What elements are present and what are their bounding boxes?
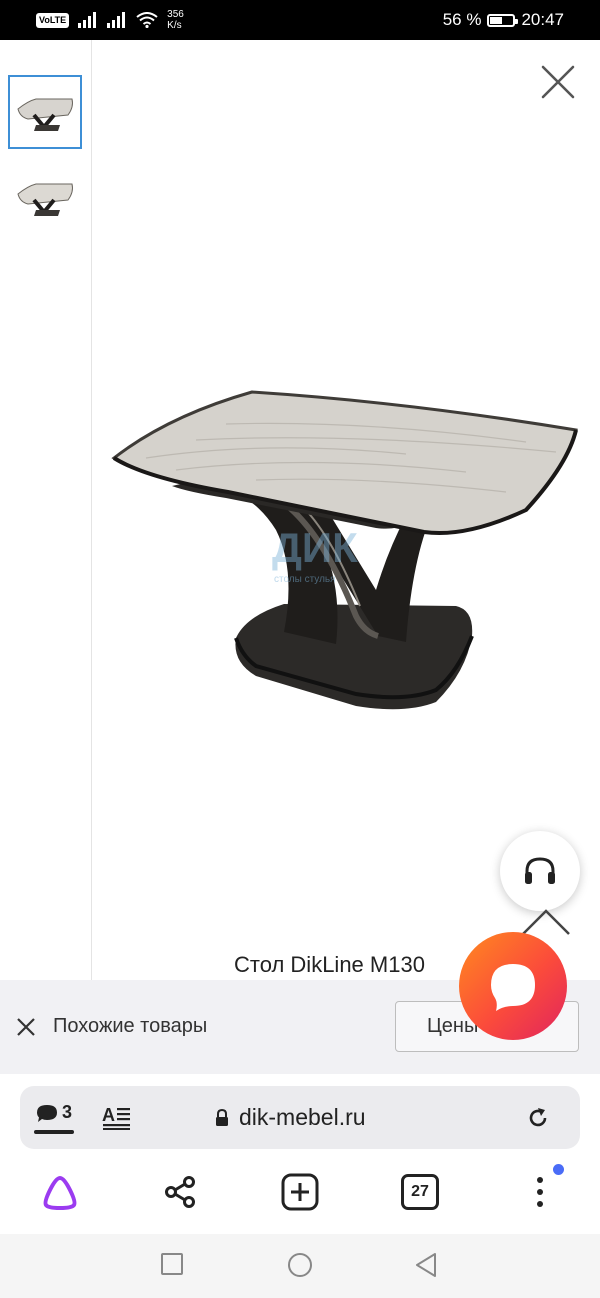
share-button[interactable] bbox=[160, 1170, 200, 1214]
more-vertical-icon bbox=[537, 1177, 543, 1207]
status-left: VoLTE 356 K/s bbox=[36, 9, 184, 31]
close-icon[interactable] bbox=[538, 62, 578, 102]
browser-bottom-nav: 27 bbox=[0, 1164, 600, 1226]
alice-button[interactable] bbox=[38, 1170, 82, 1214]
network-speed-value: 356 bbox=[167, 9, 184, 20]
chevron-up-icon[interactable] bbox=[521, 908, 571, 936]
table-thumbnail-icon bbox=[17, 183, 73, 216]
home-icon[interactable] bbox=[287, 1252, 313, 1278]
reader-mode-icon[interactable]: A bbox=[102, 1104, 132, 1130]
comments-button[interactable]: 3 bbox=[33, 1102, 74, 1137]
notification-dot bbox=[553, 1164, 564, 1175]
signal-icon bbox=[78, 12, 97, 28]
thumbnail-1[interactable] bbox=[8, 75, 82, 149]
headphones-icon bbox=[525, 857, 555, 884]
thumbnail-strip bbox=[0, 40, 92, 980]
status-right: 56 % 20:47 bbox=[443, 10, 564, 30]
volte-indicator: VoLTE bbox=[36, 12, 70, 28]
battery-percent: 56 % bbox=[442, 10, 482, 29]
wifi-icon bbox=[136, 12, 158, 28]
reload-icon[interactable] bbox=[526, 1106, 550, 1130]
thumbnail-2[interactable] bbox=[8, 160, 82, 234]
network-speed-unit: K/s bbox=[167, 20, 182, 31]
url-container[interactable]: dik-mebel.ru bbox=[215, 1104, 366, 1131]
battery-icon bbox=[487, 13, 519, 27]
comments-underline bbox=[34, 1130, 74, 1134]
chat-button[interactable] bbox=[459, 932, 567, 1040]
product-title: Стол DikLine M130 bbox=[234, 952, 425, 977]
back-icon[interactable] bbox=[414, 1252, 438, 1278]
tabs-button[interactable]: 27 bbox=[398, 1170, 442, 1214]
product-image[interactable]: ДИК столы стулья bbox=[106, 380, 586, 720]
signal-icon bbox=[107, 12, 126, 28]
svg-text:A: A bbox=[102, 1105, 115, 1125]
status-bar: VoLTE 356 K/s 56 % 20:47 bbox=[0, 0, 600, 40]
browser-toolbar: 3 A dik-mebel.ru 27 bbox=[0, 1074, 600, 1234]
recent-apps-icon[interactable] bbox=[160, 1252, 184, 1276]
watermark-sub: столы стулья bbox=[274, 574, 336, 585]
system-navigation-bar bbox=[0, 1234, 600, 1298]
close-icon[interactable] bbox=[16, 1017, 36, 1037]
table-thumbnail-icon bbox=[17, 98, 73, 131]
new-tab-button[interactable] bbox=[279, 1170, 321, 1214]
address-bar[interactable]: 3 A dik-mebel.ru bbox=[20, 1086, 580, 1149]
network-speed: 356 K/s bbox=[167, 9, 184, 31]
clock: 20:47 bbox=[521, 10, 564, 29]
comments-count: 3 bbox=[62, 1102, 73, 1122]
comment-icon bbox=[37, 1105, 57, 1122]
url-text: dik-mebel.ru bbox=[239, 1104, 366, 1130]
watermark-logo: ДИК bbox=[272, 524, 358, 571]
similar-products-label: Похожие товары bbox=[53, 1015, 208, 1037]
plus-square-icon bbox=[281, 1173, 319, 1211]
alice-icon bbox=[43, 1175, 77, 1210]
menu-button[interactable] bbox=[524, 1170, 556, 1214]
chat-bubble-icon bbox=[491, 964, 535, 1011]
share-icon bbox=[165, 1176, 195, 1208]
support-button[interactable] bbox=[500, 831, 580, 911]
tabs-count: 27 bbox=[401, 1174, 439, 1210]
lock-icon bbox=[216, 1108, 228, 1126]
